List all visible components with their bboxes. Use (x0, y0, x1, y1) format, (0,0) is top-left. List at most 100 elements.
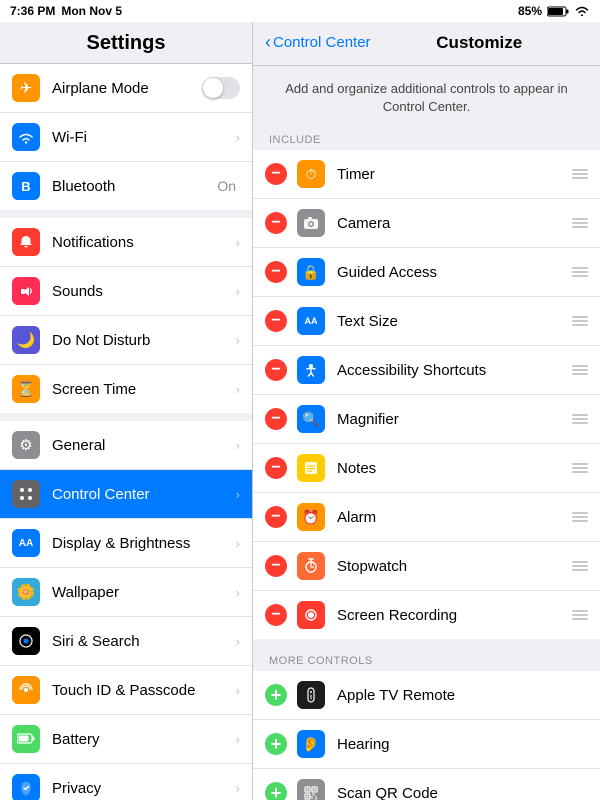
stopwatch-remove-button[interactable]: − (265, 555, 287, 577)
back-button[interactable]: ‹ Control Center (265, 32, 371, 53)
status-time: 7:36 PM (10, 4, 55, 18)
control-item-textsize[interactable]: − AA Text Size (253, 297, 600, 346)
camera-drag-handle[interactable] (572, 218, 588, 228)
settings-item-siri[interactable]: Siri & Search › (0, 617, 252, 666)
status-right: 85% (518, 4, 590, 18)
display-icon: AA (12, 529, 40, 557)
alarm-icon: ⏰ (297, 503, 325, 531)
accessibility-remove-button[interactable]: − (265, 359, 287, 381)
settings-group-2: Notifications › Sounds › 🌙 (0, 218, 252, 413)
settings-item-sounds[interactable]: Sounds › (0, 267, 252, 316)
control-item-camera[interactable]: − Camera (253, 199, 600, 248)
camera-icon (297, 209, 325, 237)
settings-group-3: ⚙ General › Control Center › (0, 421, 252, 800)
guidedaccess-drag-handle[interactable] (572, 267, 588, 277)
magnifier-drag-handle[interactable] (572, 414, 588, 424)
control-item-appletvremote[interactable]: + Apple TV Remote (253, 671, 600, 720)
control-item-timer[interactable]: − ⏱ Timer (253, 150, 600, 199)
display-label: Display & Brightness (52, 535, 232, 552)
stopwatch-drag-handle[interactable] (572, 561, 588, 571)
sounds-chevron: › (236, 284, 240, 299)
scanqr-add-button[interactable]: + (265, 782, 287, 800)
magnifier-remove-button[interactable]: − (265, 408, 287, 430)
control-item-magnifier[interactable]: − 🔍 Magnifier (253, 395, 600, 444)
back-chevron-icon: ‹ (265, 32, 271, 53)
settings-item-wifi[interactable]: Wi-Fi › (0, 113, 252, 162)
wallpaper-label: Wallpaper (52, 584, 232, 601)
more-control-list: + Apple TV Remote + 👂 Hearing (253, 671, 600, 800)
settings-item-controlcenter[interactable]: Control Center › (0, 470, 252, 519)
left-panel: Settings ✈ Airplane Mode (0, 22, 253, 800)
settings-item-notifications[interactable]: Notifications › (0, 218, 252, 267)
customize-description: Add and organize additional controls to … (253, 66, 600, 126)
include-section-header: INCLUDE (253, 126, 600, 150)
siri-chevron: › (236, 634, 240, 649)
magnifier-icon: 🔍 (297, 405, 325, 433)
settings-item-general[interactable]: ⚙ General › (0, 421, 252, 470)
camera-label: Camera (337, 215, 566, 232)
settings-item-donotdisturb[interactable]: 🌙 Do Not Disturb › (0, 316, 252, 365)
settings-item-wallpaper[interactable]: 🌼 Wallpaper › (0, 568, 252, 617)
camera-remove-button[interactable]: − (265, 212, 287, 234)
guidedaccess-remove-button[interactable]: − (265, 261, 287, 283)
screentime-icon: ⏳ (12, 375, 40, 403)
textsize-remove-button[interactable]: − (265, 310, 287, 332)
include-control-list: − ⏱ Timer − Ca (253, 150, 600, 639)
touchid-icon (12, 676, 40, 704)
right-panel: ‹ Control Center Customize Add and organ… (253, 22, 600, 800)
screenrecording-remove-button[interactable]: − (265, 604, 287, 626)
settings-item-touchid[interactable]: Touch ID & Passcode › (0, 666, 252, 715)
hearing-label: Hearing (337, 736, 588, 753)
appletvremote-add-button[interactable]: + (265, 684, 287, 706)
timer-icon: ⏱ (297, 160, 325, 188)
controlcenter-icon (12, 480, 40, 508)
notes-drag-handle[interactable] (572, 463, 588, 473)
alarm-drag-handle[interactable] (572, 512, 588, 522)
settings-item-airplane[interactable]: ✈ Airplane Mode (0, 64, 252, 113)
screenrecording-drag-handle[interactable] (572, 610, 588, 620)
control-item-screenrecording[interactable]: − Screen Recording (253, 591, 600, 639)
accessibility-drag-handle[interactable] (572, 365, 588, 375)
control-item-scanqr[interactable]: + (253, 769, 600, 800)
siri-icon (12, 627, 40, 655)
control-item-stopwatch[interactable]: − Stopwatch (253, 542, 600, 591)
textsize-icon: AA (297, 307, 325, 335)
settings-item-screentime[interactable]: ⏳ Screen Time › (0, 365, 252, 413)
settings-group-connectivity: ✈ Airplane Mode Wi-Fi › (0, 64, 252, 210)
wifi-icon (574, 5, 590, 17)
timer-remove-button[interactable]: − (265, 163, 287, 185)
airplane-label: Airplane Mode (52, 80, 202, 97)
settings-item-battery[interactable]: Battery › (0, 715, 252, 764)
timer-drag-handle[interactable] (572, 169, 588, 179)
appletvremote-label: Apple TV Remote (337, 687, 588, 704)
notes-icon (297, 454, 325, 482)
status-left: 7:36 PM Mon Nov 5 (10, 4, 122, 18)
control-item-guidedaccess[interactable]: − 🔒 Guided Access (253, 248, 600, 297)
controlcenter-chevron: › (236, 487, 240, 502)
settings-item-display[interactable]: AA Display & Brightness › (0, 519, 252, 568)
wallpaper-chevron: › (236, 585, 240, 600)
control-item-notes[interactable]: − Notes (253, 444, 600, 493)
battery-label: Battery (52, 731, 232, 748)
right-header-wrapper: ‹ Control Center Customize (265, 32, 588, 53)
settings-item-privacy[interactable]: Privacy › (0, 764, 252, 800)
hearing-add-button[interactable]: + (265, 733, 287, 755)
donotdisturb-label: Do Not Disturb (52, 332, 232, 349)
textsize-drag-handle[interactable] (572, 316, 588, 326)
donotdisturb-chevron: › (236, 333, 240, 348)
appletvremote-icon (297, 681, 325, 709)
alarm-remove-button[interactable]: − (265, 506, 287, 528)
main-layout: Settings ✈ Airplane Mode (0, 22, 600, 800)
privacy-label: Privacy (52, 780, 232, 797)
notes-remove-button[interactable]: − (265, 457, 287, 479)
control-item-accessibility[interactable]: − Accessibility Shortcuts (253, 346, 600, 395)
controlcenter-label: Control Center (52, 486, 232, 503)
right-title: Customize (371, 33, 588, 53)
airplane-toggle[interactable] (202, 77, 240, 99)
control-item-hearing[interactable]: + 👂 Hearing (253, 720, 600, 769)
textsize-label: Text Size (337, 313, 566, 330)
guidedaccess-label: Guided Access (337, 264, 566, 281)
control-item-alarm[interactable]: − ⏰ Alarm (253, 493, 600, 542)
battery-percent: 85% (518, 4, 542, 18)
settings-item-bluetooth[interactable]: B Bluetooth On (0, 162, 252, 210)
